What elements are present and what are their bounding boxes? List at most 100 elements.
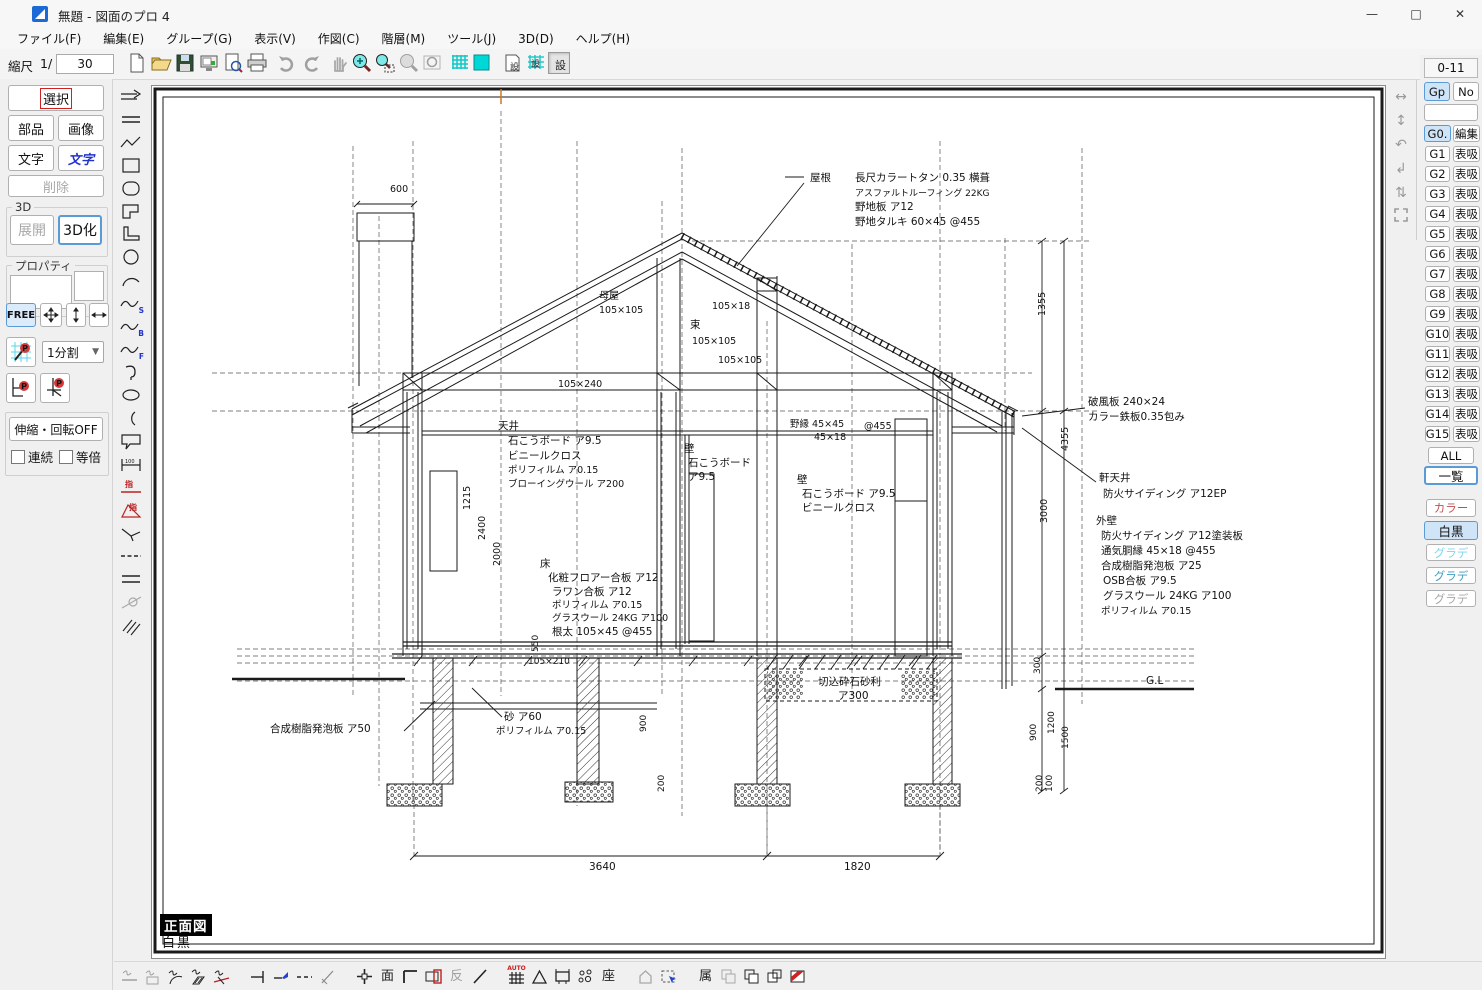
scale-input[interactable]: 30 — [56, 54, 114, 74]
view-return-icon[interactable]: ↲ — [1392, 160, 1410, 178]
dashed-segment-icon[interactable] — [295, 967, 314, 986]
copy-swap-icon[interactable] — [765, 967, 784, 986]
spline-b-tool[interactable]: B — [118, 316, 144, 337]
menu-tools[interactable]: ツール(J) — [436, 30, 507, 47]
select-arc-icon[interactable] — [166, 967, 185, 986]
polyline-tool[interactable] — [118, 132, 144, 153]
zoom-in-icon[interactable] — [351, 52, 373, 74]
paper-settings-icon[interactable]: 設 — [502, 52, 524, 74]
gradient3-button[interactable]: グラデ — [1426, 590, 1476, 607]
same-scale-checkbox[interactable]: 等倍 — [59, 447, 101, 466]
select-line-icon[interactable] — [120, 967, 139, 986]
no-button[interactable]: No — [1453, 82, 1479, 101]
copy-back-icon[interactable] — [719, 967, 738, 986]
layer-row-action[interactable]: 表吸 — [1453, 266, 1480, 282]
frame-edit-icon[interactable] — [424, 967, 443, 986]
snap-grid-button[interactable]: P — [6, 337, 36, 367]
triangle-icon[interactable] — [530, 967, 549, 986]
save-icon[interactable] — [174, 52, 196, 74]
face-icon[interactable]: 面 — [378, 967, 397, 986]
l-shape-tool[interactable] — [118, 224, 144, 245]
split-dropdown[interactable]: 1分割▼ — [42, 341, 104, 363]
new-file-icon[interactable] — [126, 52, 148, 74]
layer-row-id[interactable]: G11 — [1425, 346, 1450, 362]
zoom-fit-icon[interactable] — [421, 52, 443, 74]
to-3d-button[interactable]: 3D化 — [58, 215, 102, 245]
rectangle-tool[interactable] — [118, 155, 144, 176]
fit-height-icon[interactable]: ↕ — [1392, 112, 1410, 130]
arrow-line-tool[interactable] — [118, 86, 144, 107]
maximize-button[interactable]: □ — [1394, 0, 1438, 28]
continuous-checkbox[interactable]: 連続 — [11, 447, 53, 466]
layer-row-id[interactable]: G15 — [1425, 426, 1450, 442]
layer-row-id[interactable]: G7 — [1425, 266, 1450, 282]
gradient2-button[interactable]: グラデ — [1426, 567, 1476, 584]
layer-row-action[interactable]: 表吸 — [1453, 426, 1480, 442]
oblique-line-icon[interactable] — [318, 967, 337, 986]
parts-button[interactable]: 部品 — [8, 115, 54, 141]
menu-draw[interactable]: 作図(C) — [307, 30, 371, 47]
menu-3d[interactable]: 3D(D) — [507, 32, 564, 46]
circle-tangent-tool[interactable] — [118, 592, 144, 613]
all-layers-button[interactable]: ALL — [1428, 447, 1474, 464]
styled-text-button[interactable]: 文字 — [58, 145, 104, 171]
layer-row-action[interactable]: 表吸 — [1453, 286, 1480, 302]
crosshair-icon[interactable] — [355, 967, 374, 986]
fullscreen-icon[interactable] — [1392, 208, 1410, 226]
print-icon[interactable] — [246, 52, 268, 74]
menu-edit[interactable]: 編集(E) — [92, 30, 155, 47]
menu-file[interactable]: ファイル(F) — [6, 30, 92, 47]
layer-row-id[interactable]: G6 — [1425, 246, 1450, 262]
layer-row-id[interactable]: G2 — [1425, 166, 1450, 182]
layer-row-id[interactable]: G12 — [1425, 366, 1450, 382]
corner-icon[interactable] — [401, 967, 420, 986]
hatch-tool[interactable] — [118, 615, 144, 636]
snap-endpoint-button[interactable]: P — [6, 373, 36, 403]
print-preview-icon[interactable] — [222, 52, 244, 74]
drawing-canvas[interactable]: 屋根長尺カラートタン 0.35 横葺アスファルトルーフィング 22KG野地板 ア… — [152, 86, 1385, 958]
redo-icon[interactable] — [300, 52, 322, 74]
view-undo-icon[interactable]: ↶ — [1392, 136, 1410, 154]
circle-tool[interactable] — [118, 247, 144, 268]
layer-row-action[interactable]: 表吸 — [1453, 246, 1480, 262]
layer-row-id[interactable]: G9 — [1425, 306, 1450, 322]
ellipse-tool[interactable] — [118, 385, 144, 406]
coordinate-icon[interactable]: 座 — [599, 967, 618, 986]
grid-settings-icon[interactable]: 設 — [525, 52, 547, 74]
flag-line-icon[interactable] — [272, 967, 291, 986]
layer-row-id[interactable]: G14 — [1425, 406, 1450, 422]
layer-row-id[interactable]: G1 — [1425, 146, 1450, 162]
select-trim-icon[interactable] — [212, 967, 231, 986]
delete-button[interactable]: 削除 — [8, 175, 104, 197]
color-mode-button[interactable]: カラー — [1426, 499, 1476, 517]
move-vertical-button[interactable] — [66, 303, 86, 327]
layer-row-id[interactable]: G3 — [1425, 186, 1450, 202]
angle-dimension-tool[interactable]: 指 — [118, 500, 144, 521]
screen-icon[interactable] — [198, 52, 220, 74]
stretch-rotate-button[interactable]: 伸縮・回転OFF — [9, 417, 103, 441]
mirror-icon[interactable]: 反 — [447, 967, 466, 986]
layer-row-action[interactable]: 表吸 — [1453, 206, 1480, 222]
open-arc-tool[interactable] — [118, 408, 144, 429]
snap-intersection-button[interactable]: P — [40, 373, 70, 403]
group-dots-icon[interactable] — [576, 967, 595, 986]
layer-g0-edit-button[interactable]: 編集 — [1453, 125, 1480, 142]
text-button[interactable]: 文字 — [8, 145, 54, 171]
copy-front-icon[interactable] — [742, 967, 761, 986]
layer-row-action[interactable]: 表吸 — [1453, 186, 1480, 202]
line-draw-icon[interactable] — [470, 967, 489, 986]
layer-row-action[interactable]: 表吸 — [1453, 346, 1480, 362]
fit-width-icon[interactable]: ↔ — [1392, 88, 1410, 106]
settings-pressed-icon[interactable]: 設 — [548, 52, 570, 74]
layer-row-action[interactable]: 表吸 — [1453, 226, 1480, 242]
layer-row-id[interactable]: G13 — [1425, 386, 1450, 402]
menu-help[interactable]: ヘルプ(H) — [565, 30, 641, 47]
layer-row-action[interactable]: 表吸 — [1453, 326, 1480, 342]
zoom-region-icon[interactable] — [374, 52, 396, 74]
arc-tool[interactable] — [118, 270, 144, 291]
move-all-button[interactable] — [40, 303, 62, 327]
menu-view[interactable]: 表示(V) — [243, 30, 307, 47]
layer-g0-button[interactable]: G0. — [1424, 125, 1451, 142]
dashed-line-tool[interactable] — [118, 546, 144, 567]
select-button[interactable]: 選択 — [8, 85, 104, 111]
